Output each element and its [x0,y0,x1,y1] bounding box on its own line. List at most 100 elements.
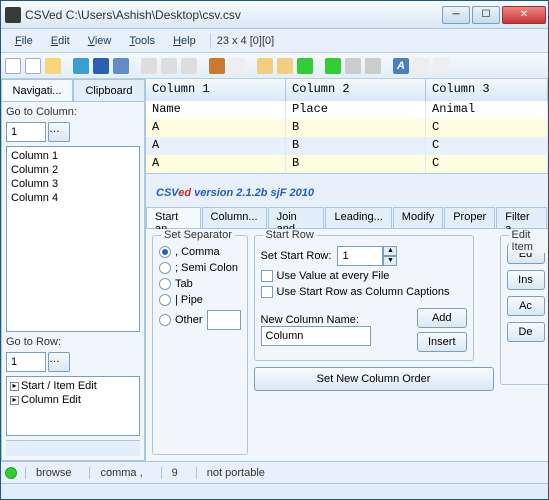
other-separator-input[interactable] [207,310,241,330]
goto-column-label: Go to Column: [6,106,140,118]
maximize-button[interactable]: ☐ [472,6,500,24]
check-use-caption[interactable] [261,286,273,298]
window-title: CSVed C:\Users\Ashish\Desktop\csv.csv [25,8,442,22]
tree-item[interactable]: ▸Column Edit [9,393,137,407]
list-item[interactable]: Column 2 [9,163,137,177]
table-row[interactable]: A B C [146,137,548,155]
horizontal-scrollbar[interactable] [1,483,548,499]
ins-button[interactable]: Ins [507,270,545,290]
status-portable: not portable [196,467,275,479]
expand-icon[interactable]: ▸ [10,396,19,405]
insert-button[interactable]: Insert [417,332,467,352]
spin-down-icon[interactable]: ▼ [383,256,397,266]
add-button[interactable]: Add [417,308,467,328]
ac-button[interactable]: Ac [507,296,545,316]
grid-column-header[interactable]: Column 2 [286,79,426,101]
settings2-icon[interactable] [365,58,381,74]
titlebar: CSVed C:\Users\Ashish\Desktop\csv.csv ─ … [1,1,548,29]
de-button[interactable]: De [507,322,545,342]
brand-text: CSVed version 2.1.2b sjF 2010 [146,174,548,207]
status-separator: comma , [89,467,152,479]
column-list[interactable]: Column 1 Column 2 Column 3 Column 4 [6,146,140,332]
set-column-order-button[interactable]: Set New Column Order [254,367,494,391]
app-icon [5,7,21,23]
goto-row-label: Go to Row: [6,336,140,348]
radio-other[interactable] [159,314,171,326]
settings-icon[interactable] [345,58,361,74]
goto-column-button[interactable]: … [48,122,70,142]
menu-info: 23 x 4 [0][0] [217,35,274,47]
save-icon[interactable] [93,58,109,74]
edit-item-legend: Edit Item [509,229,548,253]
data-grid[interactable]: Column 1 Column 2 Column 3 Name Place An… [146,79,548,174]
tree[interactable]: ▸Start / Item Edit ▸Column Edit [6,376,140,436]
right-panel: Column 1 Column 2 Column 3 Name Place An… [146,79,548,461]
tab-leading[interactable]: Leading... [325,207,391,228]
status-dot-icon [5,467,17,479]
toolbar: A [1,53,548,79]
goto-column-input[interactable] [6,122,46,142]
separator-group: Set Separator , Comma ; Semi Colon Tab |… [152,235,248,455]
statusbar: browse comma , 9 not portable [1,461,548,483]
table-row[interactable]: A B C [146,155,548,173]
mail2-icon[interactable] [277,58,293,74]
filter-icon[interactable] [433,58,449,74]
tab-navigation[interactable]: Navigati... [1,79,73,101]
preview-icon[interactable] [161,58,177,74]
startrow-group: Start Row Set Start Row: ▲▼ Use Value at… [254,235,474,361]
menu-help[interactable]: Help [165,32,204,50]
expand-icon[interactable]: ▸ [10,382,19,391]
menu-file[interactable]: File [7,32,41,50]
edit-item-group: Edit Item Ed Ins Ac De [500,235,548,385]
list-item[interactable]: Column 3 [9,177,137,191]
radio-pipe[interactable] [159,294,171,306]
tab-column[interactable]: Column... [202,207,267,228]
sheet-icon[interactable] [229,58,245,74]
saveas-icon[interactable] [113,58,129,74]
list-item[interactable]: Column 1 [9,149,137,163]
list-item[interactable]: Column 4 [9,191,137,205]
left-panel: Navigati... Clipboard Go to Column: … Co… [1,79,146,461]
spin-up-icon[interactable]: ▲ [383,246,397,256]
start-row-input[interactable] [337,246,383,266]
search-icon[interactable] [413,58,429,74]
grid-column-header[interactable]: Column 3 [426,79,548,101]
book-icon[interactable] [209,58,225,74]
check-icon[interactable] [297,58,313,74]
tab-modify[interactable]: Modify [393,207,443,228]
menu-edit[interactable]: Edit [43,32,78,50]
tab-start[interactable]: Start an... [146,207,201,228]
copy-icon[interactable] [25,58,41,74]
new-icon[interactable] [5,58,21,74]
goto-row-button[interactable]: … [48,352,70,372]
table-row[interactable]: A B C [146,119,548,137]
new-column-label: New Column Name: [261,314,371,326]
radio-comma[interactable] [159,246,171,258]
tab-clipboard[interactable]: Clipboard [73,79,145,101]
tree-item[interactable]: ▸Start / Item Edit [9,379,137,393]
tab-proper[interactable]: Proper [444,207,495,228]
table-row[interactable]: Name Place Animal [146,101,548,119]
close-button[interactable]: ✕ [502,6,546,24]
goto-row-input[interactable] [6,352,46,372]
minimize-button[interactable]: ─ [442,6,470,24]
tab-filter[interactable]: Filter a... [496,207,547,228]
mail-icon[interactable] [257,58,273,74]
new-column-input[interactable] [261,326,371,346]
page-icon[interactable] [141,58,157,74]
open-icon[interactable] [45,58,61,74]
radio-semicolon[interactable] [159,262,171,274]
font-icon[interactable]: A [393,58,409,74]
refresh-icon[interactable] [73,58,89,74]
menu-separator [210,33,211,49]
menu-tools[interactable]: Tools [121,32,163,50]
menu-view[interactable]: View [80,32,120,50]
startrow-legend: Start Row [263,229,317,241]
tree-scrollbar[interactable] [6,440,140,456]
grid-column-header[interactable]: Column 1 [146,79,286,101]
check-use-value[interactable] [261,270,273,282]
print-icon[interactable] [181,58,197,74]
check2-icon[interactable] [325,58,341,74]
radio-tab[interactable] [159,278,171,290]
tab-join[interactable]: Join and... [268,207,325,228]
